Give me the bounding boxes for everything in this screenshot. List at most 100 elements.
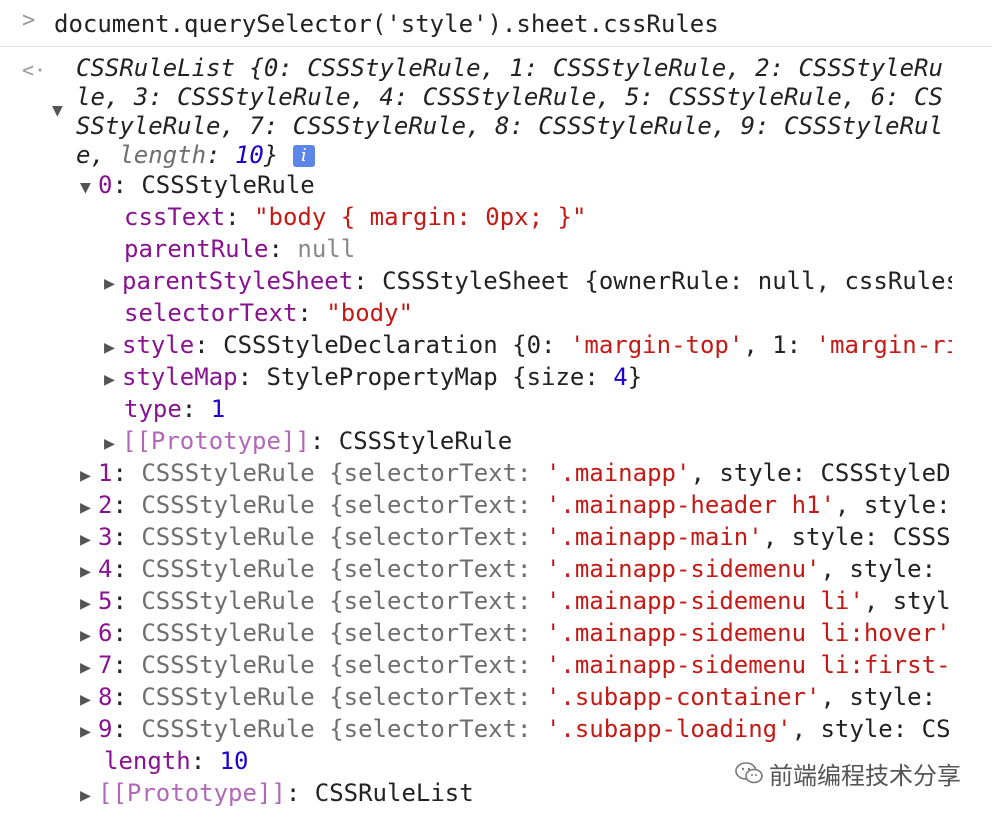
- summary-close: }: [263, 141, 279, 169]
- triangle-down-icon[interactable]: ▼: [80, 172, 98, 204]
- triangle-right-icon[interactable]: ▶: [80, 556, 98, 585]
- rule-row[interactable]: ▶ 9: CSSStyleRule {selectorText: '.subapp…: [80, 713, 952, 745]
- triangle-right-icon[interactable]: ▶: [80, 492, 98, 521]
- prop-value: null: [297, 235, 356, 263]
- rule-row[interactable]: ▶ 7: CSSStyleRule {selectorText: '.mainap…: [80, 649, 952, 681]
- rule-row[interactable]: ▶ 8: CSSStyleRule {selectorText: '.subapp…: [80, 681, 952, 713]
- triangle-down-icon[interactable]: ▼: [52, 100, 63, 121]
- result-summary-tail: e, length: 10} i: [76, 139, 315, 171]
- devtools-console: > document.querySelector('style').sheet.…: [0, 0, 992, 820]
- prop-value-mid: , 1:: [743, 331, 816, 359]
- rule-selector: '.mainapp-sidemenu': [545, 555, 821, 583]
- rule-index: 3: [98, 523, 113, 551]
- prop-key: cssText: [124, 203, 226, 231]
- prop-value: CSSStyleSheet {ownerRule: null, cssRules: [382, 267, 952, 295]
- rule-selector: '.mainapp-sidemenu li:hover': [545, 619, 951, 647]
- stylemap-size: 4: [613, 363, 628, 391]
- triangle-right-icon[interactable]: ▶: [104, 364, 122, 396]
- rule-row[interactable]: ▶ 4: CSSStyleRule {selectorText: '.mainap…: [80, 553, 952, 585]
- result-summary-line[interactable]: CSSRuleList {0: CSSStyleRule, 1: CSSStyl…: [76, 52, 943, 84]
- rule-post: , style:: [820, 683, 937, 711]
- rule-post: , style:: [820, 555, 937, 583]
- rule-pre: CSSStyleRule {selectorText:: [141, 587, 546, 615]
- rule-selector: '.subapp-container': [545, 683, 821, 711]
- prop-value-str: 'margin-ri: [815, 331, 952, 359]
- prop-prototype[interactable]: ▶ [[Prototype]]: CSSStyleRule: [104, 425, 512, 457]
- rule-row[interactable]: ▶ 2: CSSStyleRule {selectorText: '.mainap…: [80, 489, 952, 521]
- triangle-right-icon[interactable]: ▶: [80, 716, 98, 745]
- triangle-right-icon[interactable]: ▶: [80, 524, 98, 553]
- prop-value: "body { margin: 0px; }": [254, 203, 587, 231]
- rule-index: 0: [98, 171, 113, 199]
- chevron-right-icon: >: [22, 8, 36, 33]
- rule-pre: CSSStyleRule {selectorText:: [141, 683, 546, 711]
- rule-row[interactable]: ▶ 3: CSSStyleRule {selectorText: '.mainap…: [80, 521, 952, 553]
- triangle-right-icon[interactable]: ▶: [80, 780, 98, 812]
- wechat-icon: [735, 759, 763, 795]
- rule-index: 8: [98, 683, 113, 711]
- prop-value-pre: CSSStyleDeclaration {0:: [223, 331, 570, 359]
- length-key: length: [119, 141, 207, 169]
- summary-prefix: e,: [76, 141, 120, 169]
- info-icon[interactable]: i: [292, 145, 315, 167]
- result-summary-line: SStyleRule, 7: CSSStyleRule, 8: CSSStyle…: [76, 112, 943, 140]
- triangle-right-icon[interactable]: ▶: [104, 332, 122, 361]
- rule-row[interactable]: ▶ 1: CSSStyleRule {selectorText: '.mainap…: [80, 457, 952, 489]
- proto-key: [[Prototype]]: [98, 779, 286, 807]
- rule-post: , style: CSSStyleD: [690, 459, 951, 487]
- rule-selector: '.subapp-loading': [545, 715, 792, 743]
- length-value: 10: [219, 747, 249, 775]
- triangle-right-icon[interactable]: ▶: [80, 620, 98, 649]
- rule-pre: CSSStyleRule {selectorText:: [141, 459, 546, 487]
- rule-selector: '.mainapp-main': [545, 523, 763, 551]
- triangle-right-icon[interactable]: ▶: [80, 460, 98, 489]
- prop-key: type: [124, 395, 182, 423]
- rule-pre: CSSStyleRule {selectorText:: [141, 555, 546, 583]
- prop-stylemap[interactable]: ▶ styleMap: StylePropertyMap {size: 4}: [104, 361, 642, 393]
- rule-post: , style:: [834, 491, 951, 519]
- prop-style[interactable]: ▶ style: CSSStyleDeclaration {0: 'margin-…: [104, 329, 952, 361]
- rule-row[interactable]: ▶ 5: CSSStyleRule {selectorText: '.mainap…: [80, 585, 952, 617]
- rule-post: , style: CS: [791, 715, 951, 743]
- prop-value: "body": [326, 299, 413, 327]
- prop-value: CSSStyleRule: [338, 427, 513, 455]
- prop-key: parentRule: [124, 235, 269, 263]
- rule-index: 2: [98, 491, 113, 519]
- rule-index: 5: [98, 587, 113, 615]
- rule-row[interactable]: ▶ 6: CSSStyleRule {selectorText: '.mainap…: [80, 617, 952, 649]
- prop-value-str: 'margin-top': [569, 331, 744, 359]
- rule-selector: '.mainapp-header h1': [545, 491, 835, 519]
- return-arrow-icon: <·: [22, 58, 47, 82]
- triangle-right-icon[interactable]: ▶: [104, 428, 122, 460]
- length-value: 10: [234, 141, 264, 169]
- rule-post: , style: CSSS: [762, 523, 951, 551]
- prop-key: [[Prototype]]: [122, 427, 310, 455]
- list-prototype[interactable]: ▶ [[Prototype]]: CSSRuleList: [80, 777, 474, 809]
- watermark: 前端编程技术分享: [735, 758, 961, 794]
- triangle-right-icon[interactable]: ▶: [80, 652, 98, 681]
- prop-parentstylesheet[interactable]: ▶ parentStyleSheet: CSSStyleSheet {ownerR…: [104, 265, 952, 297]
- rule-index: 6: [98, 619, 113, 647]
- triangle-right-icon[interactable]: ▶: [104, 268, 122, 297]
- rule-pre: CSSStyleRule {selectorText:: [141, 619, 546, 647]
- rule-index: 9: [98, 715, 113, 743]
- prop-parentrule: parentRule: null: [124, 235, 356, 263]
- prop-key: style: [122, 331, 195, 359]
- prop-key: parentStyleSheet: [122, 267, 354, 295]
- rule-post: , styl: [863, 587, 951, 615]
- list-length: length: 10: [104, 747, 249, 775]
- console-input-line: > document.querySelector('style').sheet.…: [0, 0, 992, 47]
- triangle-right-icon[interactable]: ▶: [80, 588, 98, 617]
- rule-pre: CSSStyleRule {selectorText:: [141, 715, 546, 743]
- prop-key: selectorText: [124, 299, 298, 327]
- rule-0-header[interactable]: ▼ 0: CSSStyleRule: [80, 169, 315, 201]
- rule-pre: CSSStyleRule {selectorText:: [141, 491, 546, 519]
- proto-value: CSSRuleList: [314, 779, 474, 807]
- triangle-right-icon[interactable]: ▶: [80, 684, 98, 713]
- prop-key: styleMap: [122, 363, 238, 391]
- rule-type: CSSStyleRule: [141, 171, 315, 199]
- rule-index: 7: [98, 651, 113, 679]
- command-text: document.querySelector('style').sheet.cs…: [54, 10, 719, 38]
- prop-type: type: 1: [124, 395, 226, 423]
- rule-selector: '.mainapp-sidemenu li:first-: [545, 651, 951, 679]
